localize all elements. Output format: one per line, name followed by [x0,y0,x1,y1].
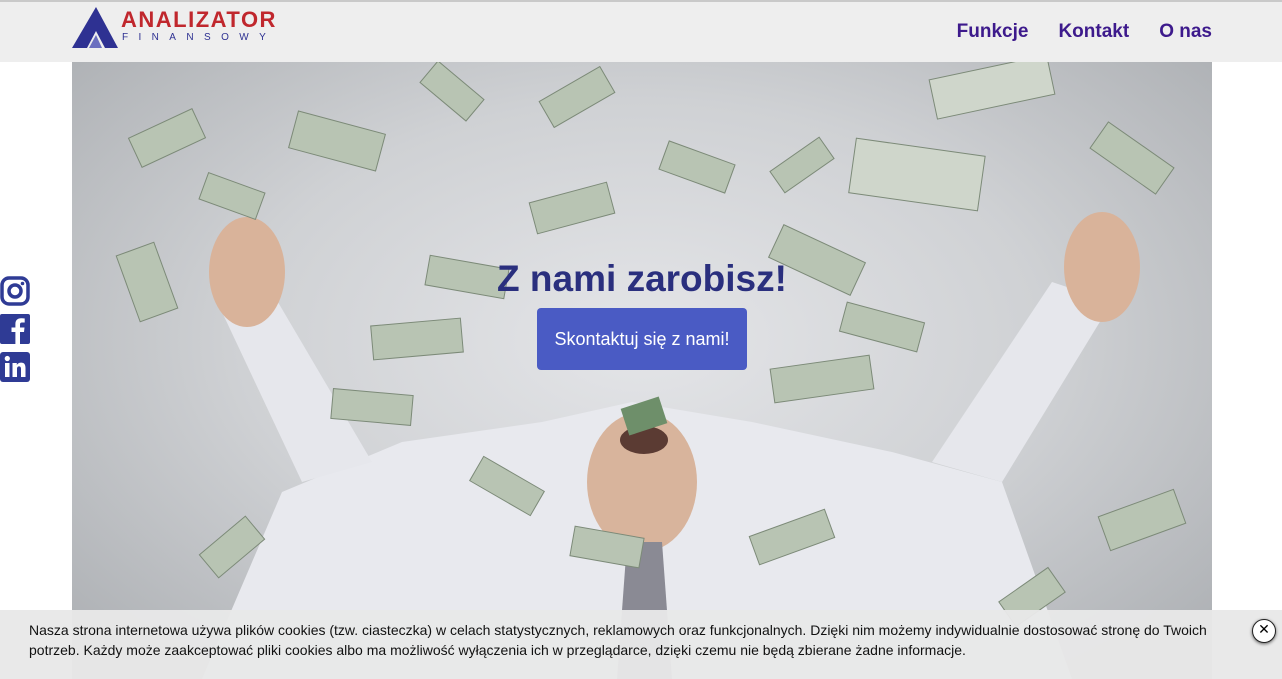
hero-banner: Z nami zarobisz! Skontaktuj się z nami! [72,62,1212,679]
social-links [0,275,32,389]
nav-link-funkcje[interactable]: Funkcje [957,21,1029,43]
logo-name: ANALIZATOR [121,7,277,32]
hero-title: Z nami zarobisz! [497,258,787,299]
facebook-icon[interactable] [0,313,30,345]
logo-subtitle: FINANSOWY [122,32,277,43]
contact-cta-button[interactable]: Skontaktuj się z nami! [537,308,747,370]
cookie-banner: Nasza strona internetowa używa plików co… [0,610,1282,679]
close-icon[interactable]: ✕ [1252,619,1276,643]
logo-mark-icon [72,7,118,48]
nav-link-kontakt[interactable]: Kontakt [1058,21,1129,43]
nav-link-o-nas[interactable]: O nas [1159,21,1212,43]
linkedin-icon[interactable] [0,351,30,383]
cookie-text: Nasza strona internetowa używa plików co… [29,622,1207,658]
instagram-icon[interactable] [0,275,30,307]
hero-background-image [115,62,1187,679]
logo[interactable]: ANALIZATOR FINANSOWY [72,5,282,51]
main-nav: Funkcje Kontakt O nas [957,21,1212,43]
site-header: ANALIZATOR FINANSOWY Funkcje Kontakt O n… [0,2,1282,62]
